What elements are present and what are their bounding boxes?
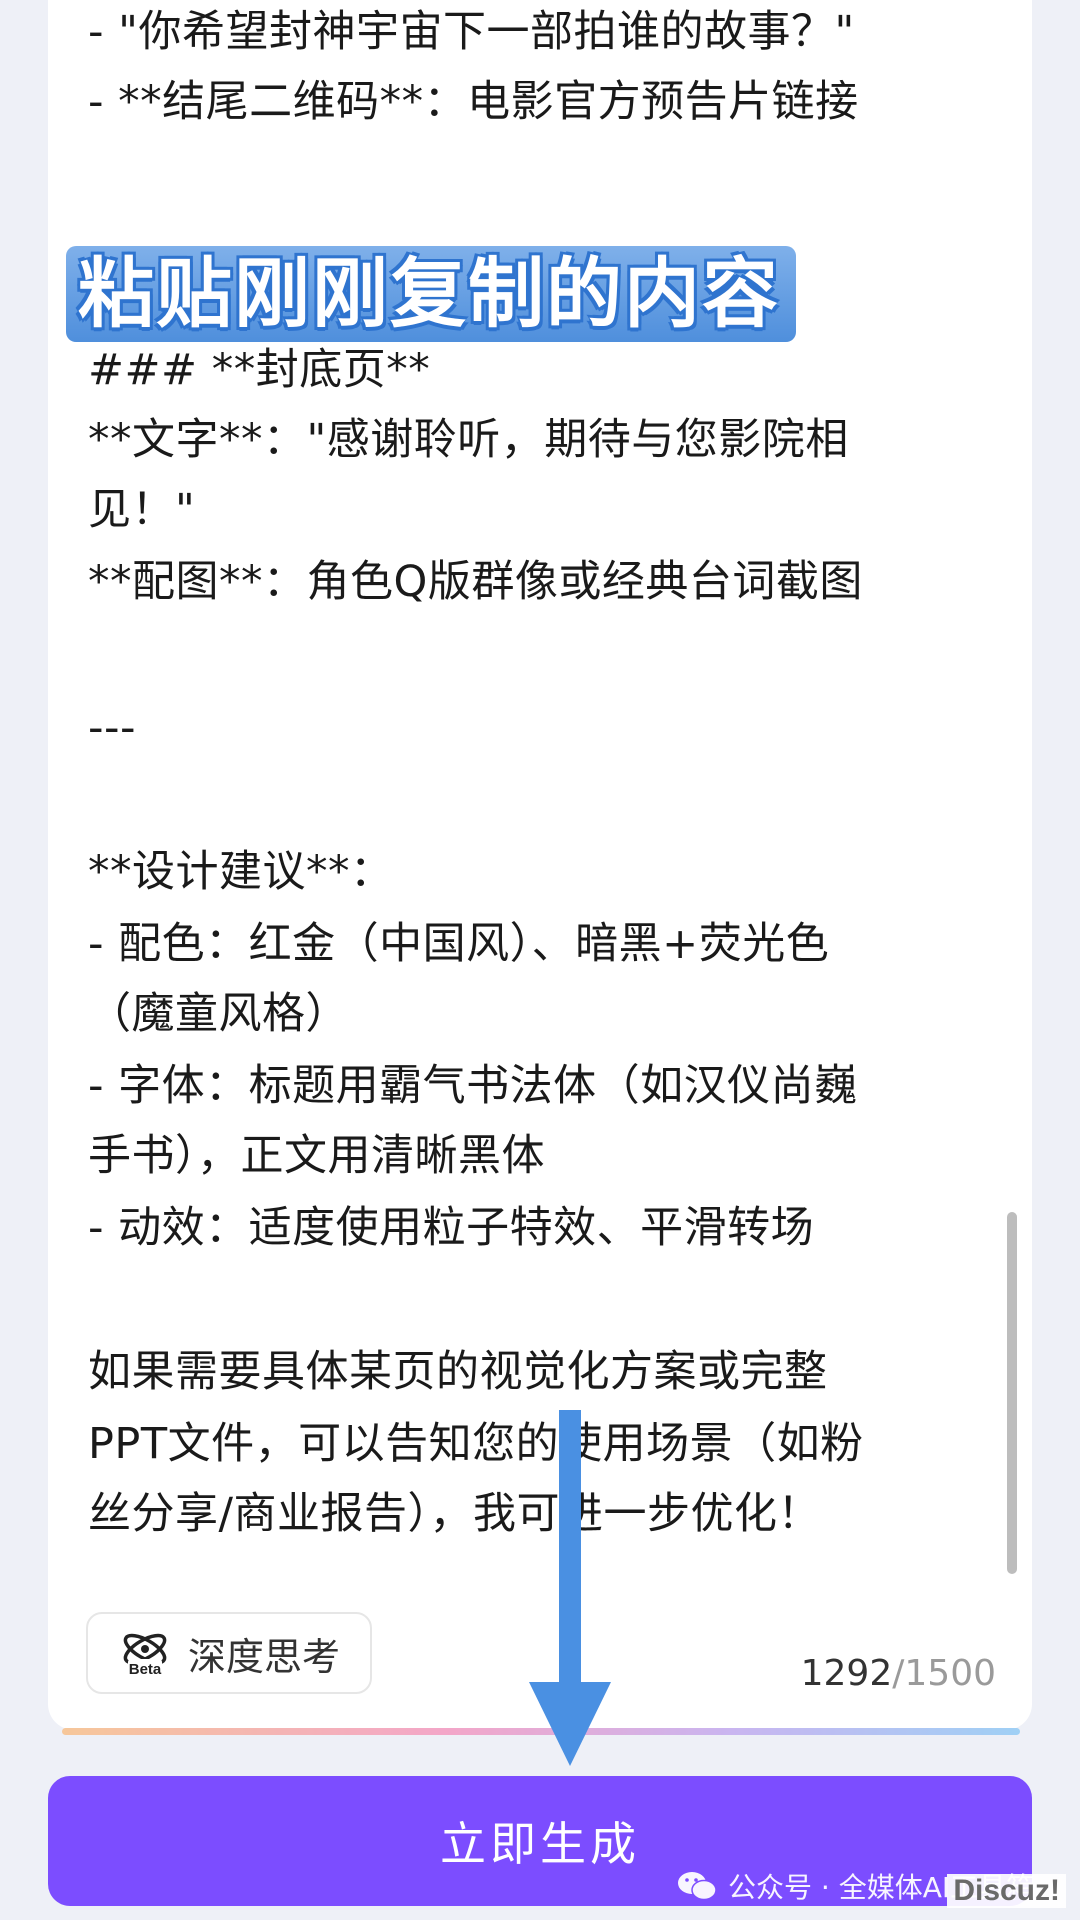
text-line: 丝分享/商业报告），我可进一步优化！	[88, 1489, 821, 1539]
character-counter: 1292/1500	[801, 1650, 996, 1698]
text-line: 见！"	[88, 485, 196, 535]
char-count-max: /1500	[892, 1653, 996, 1694]
svg-text:Beta: Beta	[129, 1661, 162, 1678]
text-line: 手书），正文用清晰黑体	[88, 1131, 545, 1181]
site-tag: Discuz!	[947, 1874, 1066, 1908]
text-line: ### **封底页**	[88, 345, 431, 395]
annotation-text: 粘贴刚刚复制的内容	[78, 249, 780, 338]
atom-beta-icon: Beta	[123, 1633, 167, 1678]
deep-think-label: 深度思考	[188, 1634, 341, 1679]
scrollbar[interactable]	[1007, 1212, 1017, 1574]
text-line: （魔童风格）	[88, 989, 349, 1039]
text-line: **配图**：角色Q版群像或经典台词截图	[88, 557, 863, 607]
char-count-current: 1292	[800, 1653, 893, 1694]
down-arrow-annotation-icon	[529, 1410, 611, 1766]
text-line: - 动效：适度使用粒子特效、平滑转场	[88, 1203, 815, 1253]
text-line: - 配色：红金（中国风）、暗黑+荧光色	[88, 919, 830, 969]
paste-annotation: 粘贴刚刚复制的内容	[66, 246, 796, 342]
text-line: - 字体：标题用霸气书法体（如汉仪尚巍	[88, 1061, 858, 1111]
text-line: 如果需要具体某页的视觉化方案或完整	[88, 1347, 828, 1397]
generate-button-label: 立即生成	[440, 1817, 640, 1871]
wechat-icon	[678, 1872, 717, 1901]
deep-think-button[interactable]: Beta 深度思考	[86, 1612, 372, 1694]
text-line: **文字**："感谢聆听，期待与您影院相	[88, 415, 849, 465]
text-line: - **结尾二维码**：电影官方预告片链接	[88, 77, 859, 127]
text-line: PPT文件，可以告知您的使用场景（如粉	[88, 1419, 864, 1469]
text-line: - "你希望封神宇宙下一部拍谁的故事？"	[88, 7, 855, 57]
text-line: ---	[88, 703, 137, 753]
text-line: **设计建议**：	[88, 847, 394, 897]
